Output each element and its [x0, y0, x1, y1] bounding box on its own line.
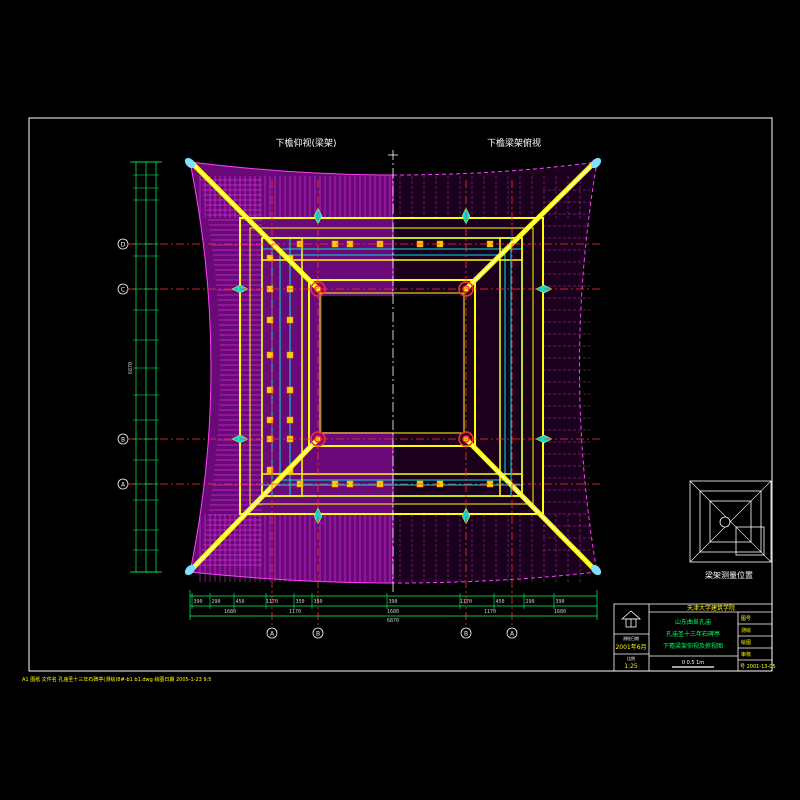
bracket-node	[286, 416, 294, 424]
grid-bubbles-rows	[117, 238, 129, 490]
central-well	[322, 296, 462, 432]
dim-value: 390	[193, 599, 202, 605]
grid-label-col-3: B	[464, 631, 468, 638]
bracket-node	[286, 351, 294, 359]
date-label: 测绘日期	[623, 635, 639, 641]
dim-value: 1680	[224, 609, 236, 615]
scale-label: 比例	[627, 655, 635, 661]
tb-row-3: 绘图	[741, 639, 751, 646]
project-line2: 孔庙圣十三年石碑亭	[666, 630, 720, 638]
dim-value: 290	[211, 599, 220, 605]
tb-row-1: 图号	[741, 616, 751, 622]
grid-label-col-2: B	[316, 631, 320, 638]
dim-value: 350	[295, 599, 304, 605]
right-view-title: 下檐梁架俯视	[487, 137, 541, 149]
grid-label-row-1: D	[121, 242, 126, 249]
project-line1: 山东曲阜孔庙	[675, 618, 711, 626]
footer-text: A1 图纸 文件名 孔庙圣十三年石碑亭(测绘)8#-b1 b1.dwg 绘图日期…	[22, 676, 211, 683]
grid-bubbles-cols	[266, 627, 518, 639]
dim-value: 450	[235, 599, 244, 605]
dim-value: 1170	[484, 609, 496, 615]
scale-bar-text: 0 0.5 1m	[682, 660, 704, 666]
left-total-dim: 6870	[128, 362, 134, 374]
bottom-dims-row2: 1680 1170 1680 1170 1680	[224, 609, 566, 615]
dim-value: 1170	[460, 599, 472, 605]
dim-value: 1170	[289, 609, 301, 615]
date-value: 2001年6月	[615, 643, 646, 651]
institute-name: 天津大学建筑学院	[687, 604, 735, 612]
key-plan	[689, 480, 772, 563]
cad-drawing-sheet: 下檐仰视(梁架) 下檐梁架俯视 D C B A A B B A 6870 390…	[22, 117, 776, 683]
dim-value: 450	[495, 599, 504, 605]
dim-value: 390	[388, 599, 397, 605]
scale-value: 1:25	[624, 663, 638, 670]
bottom-dimension-chain	[189, 590, 598, 620]
dim-value: 350	[313, 599, 322, 605]
bracket-node	[286, 316, 294, 324]
left-view-title: 下檐仰视(梁架)	[275, 137, 336, 149]
grid-label-row-3: B	[121, 437, 125, 444]
dim-value: 290	[525, 599, 534, 605]
grid-label-row-2: C	[121, 287, 125, 294]
bottom-total-dim: 6870	[387, 618, 399, 624]
left-dimension-chain	[130, 161, 162, 573]
tb-row-2: 测绘	[741, 627, 751, 634]
dim-value: 1680	[387, 609, 399, 615]
bottom-dims-row1: 390 290 450 1170 350 350 390 1170 450 290 390	[191, 593, 565, 609]
bracket-node	[286, 386, 294, 394]
tb-row-5: 号 2001-13-05	[740, 664, 776, 670]
dim-value: 390	[555, 599, 564, 605]
dim-value: 1170	[266, 599, 278, 605]
drawing-name: 下檐梁架仰视及俯视图	[663, 642, 723, 650]
dim-value: 1680	[554, 609, 566, 615]
institute-logo	[620, 610, 642, 628]
tb-row-4: 审核	[741, 651, 751, 658]
key-plan-caption: 梁架测量位置	[705, 570, 753, 580]
